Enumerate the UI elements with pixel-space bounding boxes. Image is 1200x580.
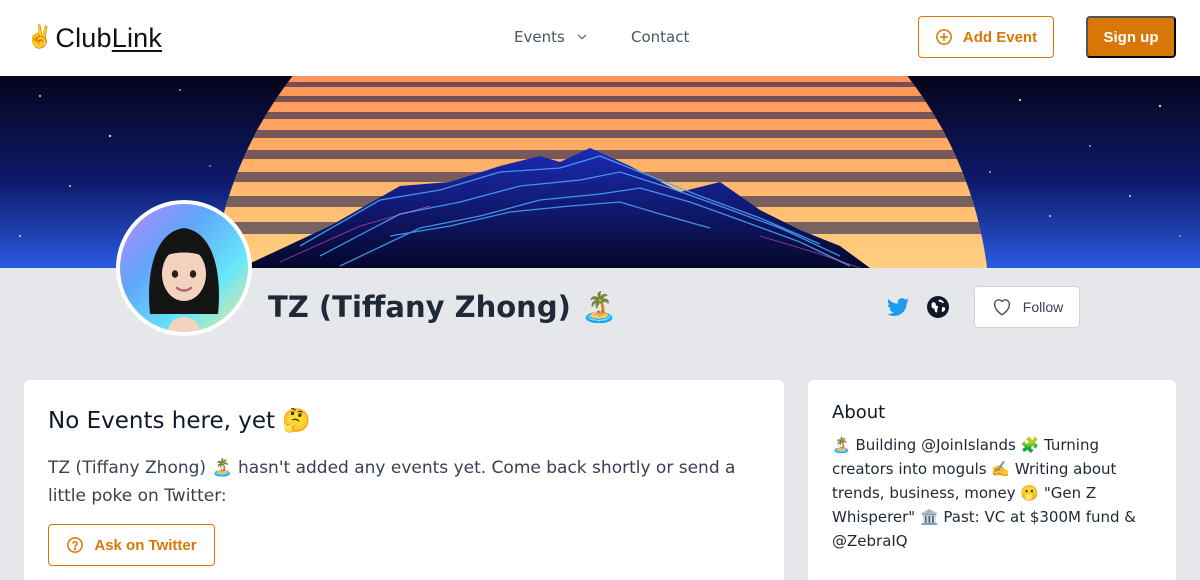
ask-on-twitter-label: Ask on Twitter <box>94 536 197 554</box>
nav-events-dropdown[interactable]: Events <box>514 26 589 48</box>
about-card: About 🏝️ Building @JoinIslands 🧩 Turning… <box>808 380 1176 580</box>
victory-hand-icon: ✌️ <box>26 25 54 50</box>
website-link[interactable] <box>926 295 950 319</box>
heart-icon <box>993 299 1010 316</box>
nav-contact-label: Contact <box>631 28 690 46</box>
memoji-avatar-image <box>120 204 248 332</box>
add-event-button[interactable]: Add Event <box>918 16 1054 58</box>
sign-up-button[interactable]: Sign up <box>1086 16 1176 58</box>
profile-name: TZ (Tiffany Zhong) 🏝️ <box>268 289 618 324</box>
logo-text: ClubLink <box>55 22 163 53</box>
globe-icon <box>927 296 949 318</box>
follow-button[interactable]: Follow <box>974 286 1080 328</box>
chevron-down-icon <box>577 34 586 40</box>
events-card: No Events here, yet 🤔 TZ (Tiffany Zhong)… <box>24 380 784 580</box>
twitter-link[interactable] <box>886 295 910 319</box>
follow-label: Follow <box>1022 299 1064 315</box>
twitter-icon <box>887 298 909 317</box>
question-circle-icon <box>67 537 84 553</box>
about-card-title: About <box>832 402 886 423</box>
top-navbar: ✌️ ClubLink Events Contact Add Event Sig… <box>0 0 1200 76</box>
plus-circle-icon <box>936 29 952 45</box>
ask-on-twitter-button[interactable]: Ask on Twitter <box>48 524 215 566</box>
nav-contact-link[interactable]: Contact <box>631 26 689 48</box>
profile-avatar <box>116 200 252 336</box>
sign-up-label: Sign up <box>1103 28 1159 46</box>
events-card-title: No Events here, yet 🤔 <box>48 407 311 434</box>
events-empty-message: TZ (Tiffany Zhong) 🏝️ hasn't added any e… <box>48 458 736 506</box>
clublink-logo[interactable]: ✌️ ClubLink <box>26 22 162 54</box>
add-event-label: Add Event <box>962 28 1038 46</box>
about-bio: 🏝️ Building @JoinIslands 🧩 Turning creat… <box>832 436 1137 550</box>
nav-events-label: Events <box>514 28 565 46</box>
